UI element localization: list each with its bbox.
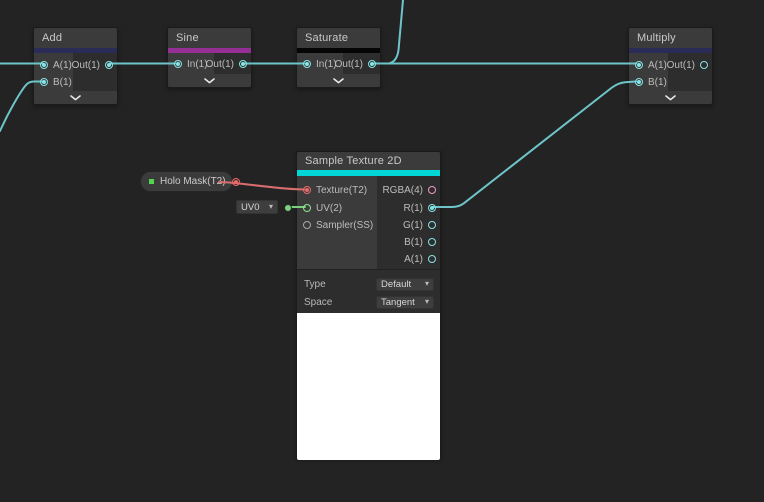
- port-saturate-input[interactable]: [303, 60, 311, 68]
- port-label: B(1): [53, 77, 72, 88]
- wire-sample-r-to-multiply-b[interactable]: [433, 82, 636, 208]
- port-label: RGBA(4): [382, 185, 423, 196]
- port-label: Out(1): [206, 59, 234, 70]
- port-label: Out(1): [667, 60, 695, 71]
- chevron-down-icon: [70, 95, 81, 101]
- port-add-input-a[interactable]: [40, 61, 48, 69]
- node-add[interactable]: Add A(1) B(1) Out(1): [33, 27, 118, 105]
- node-saturate-collapse-button[interactable]: [297, 74, 380, 87]
- port-label: A(1): [404, 254, 423, 265]
- property-label: Holo Mask(T2): [160, 176, 226, 187]
- space-dropdown-value: Tangent: [381, 297, 415, 308]
- node-saturate-title: Saturate: [297, 28, 380, 48]
- uv-channel-dropdown[interactable]: UV0 ▾: [236, 200, 278, 214]
- port-sample-output-rgba[interactable]: [428, 186, 436, 194]
- space-dropdown[interactable]: Tangent ▾: [376, 296, 434, 309]
- node-preview: [297, 313, 440, 460]
- uv-channel-value: UV0: [241, 202, 259, 213]
- chevron-down-icon: [333, 78, 344, 84]
- dropdown-arrow-icon: ▾: [425, 298, 429, 306]
- wire-saturate-branch-up[interactable]: [389, 0, 403, 64]
- node-add-title: Add: [34, 28, 117, 48]
- port-label: A(1): [53, 60, 72, 71]
- node-multiply[interactable]: Multiply A(1) B(1) Out(1): [628, 27, 713, 105]
- port-sample-output-r[interactable]: [428, 204, 436, 212]
- port-sample-input-uv[interactable]: [303, 204, 311, 212]
- port-sine-output[interactable]: [239, 60, 247, 68]
- port-label: A(1): [648, 60, 667, 71]
- space-label: Space: [304, 297, 332, 308]
- node-sample-texture-2d-controls: Type Default ▾ Space Tangent ▾: [297, 269, 440, 313]
- shader-graph-canvas[interactable]: Add A(1) B(1) Out(1) Sine: [0, 0, 764, 502]
- port-sample-output-a[interactable]: [428, 255, 436, 263]
- port-label: G(1): [403, 220, 423, 231]
- port-label: B(1): [404, 237, 423, 248]
- port-label: Sampler(SS): [316, 220, 373, 231]
- node-multiply-collapse-button[interactable]: [629, 91, 712, 104]
- chevron-down-icon: [665, 95, 676, 101]
- node-saturate[interactable]: Saturate In(1) Out(1): [296, 27, 381, 88]
- port-sample-input-texture[interactable]: [303, 186, 311, 194]
- port-label: Texture(T2): [316, 185, 367, 196]
- port-label: UV(2): [316, 203, 342, 214]
- node-sine-collapse-button[interactable]: [168, 74, 251, 87]
- port-label: In(1): [187, 59, 208, 70]
- node-add-collapse-button[interactable]: [34, 91, 117, 104]
- port-multiply-output[interactable]: [700, 61, 708, 69]
- port-label: B(1): [648, 77, 667, 88]
- port-add-input-b[interactable]: [40, 78, 48, 86]
- port-multiply-input-a[interactable]: [635, 61, 643, 69]
- uv-stub-port[interactable]: [284, 204, 292, 212]
- port-label: Out(1): [72, 60, 100, 71]
- node-sample-texture-2d-title: Sample Texture 2D: [297, 152, 440, 170]
- property-dot-icon: [149, 179, 154, 184]
- property-node-holo-mask[interactable]: Holo Mask(T2): [140, 171, 233, 192]
- dropdown-arrow-icon: ▾: [425, 280, 429, 288]
- port-add-output[interactable]: [105, 61, 113, 69]
- type-label: Type: [304, 279, 326, 290]
- port-label: R(1): [404, 203, 423, 214]
- port-label: Out(1): [335, 59, 363, 70]
- type-dropdown[interactable]: Default ▾: [376, 278, 434, 291]
- port-sample-output-g[interactable]: [428, 221, 436, 229]
- port-sample-input-sampler[interactable]: [303, 221, 311, 229]
- port-label: In(1): [316, 59, 337, 70]
- port-sample-output-b[interactable]: [428, 238, 436, 246]
- port-holo-mask-output[interactable]: [232, 178, 240, 186]
- node-multiply-title: Multiply: [629, 28, 712, 48]
- port-saturate-output[interactable]: [368, 60, 376, 68]
- port-multiply-input-b[interactable]: [635, 78, 643, 86]
- node-sine[interactable]: Sine In(1) Out(1): [167, 27, 252, 88]
- node-sample-texture-2d[interactable]: Sample Texture 2D Texture(T2) UV(2) Samp…: [296, 151, 441, 458]
- node-sine-title: Sine: [168, 28, 251, 48]
- type-dropdown-value: Default: [381, 279, 411, 290]
- dropdown-arrow-icon: ▾: [269, 203, 273, 211]
- chevron-down-icon: [204, 78, 215, 84]
- port-sine-input[interactable]: [174, 60, 182, 68]
